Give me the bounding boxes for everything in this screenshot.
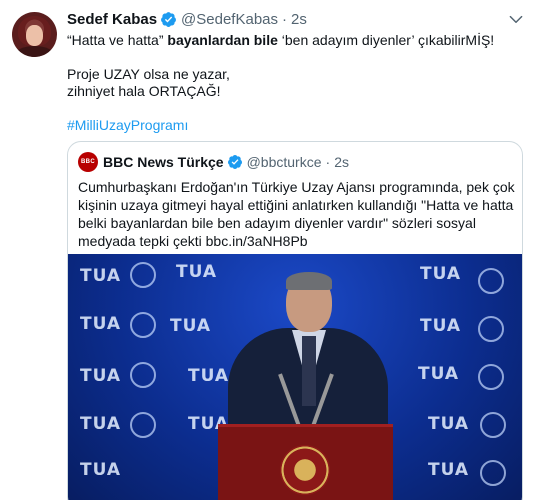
tua-seal-icon [478,364,504,390]
tweet-line-1-prefix: “Hatta ve hatta” [67,32,168,48]
separator-dot: · [282,10,288,28]
tua-logo: TUA [80,414,122,434]
tua-seal-icon [130,262,156,288]
separator-dot: · [325,154,331,170]
author-avatar[interactable] [12,12,57,57]
tweet-text: “Hatta ve hatta” bayanlardan bile ‘ben a… [67,32,522,134]
tweet-header: Sedef Kabas @SedefKabas · 2s [67,9,307,29]
tweet-line-1-suffix: ‘ben adayım diyenler’ çıkabilirMİŞ! [277,32,495,48]
tua-logo: TUA [80,266,122,286]
quoted-author-handle[interactable]: @bbcturkce [247,154,322,170]
tweet-line-1-bold: bayanlardan bile [167,32,278,48]
hashtag-link[interactable]: #MilliUzayProgramı [67,117,522,134]
quoted-author-avatar[interactable]: BBC [78,152,98,172]
tua-logo: TUA [420,316,462,336]
verified-badge-icon [227,155,242,169]
tua-logo: TUA [170,316,212,336]
tua-logo: TUA [418,364,460,384]
tua-seal-icon [480,412,506,438]
quoted-tweet-image[interactable]: TUA TUA TUA TUA TUA TUA TUA TUA TUA TUA … [68,254,522,500]
author-name[interactable]: Sedef Kabas [67,11,157,28]
tua-seal-icon [130,412,156,438]
tweet-line-1: “Hatta ve hatta” bayanlardan bile ‘ben a… [67,32,522,49]
tua-logo: TUA [80,314,122,334]
tua-seal-icon [478,316,504,342]
tua-logo: TUA [420,264,462,284]
tweet-line-2: Proje UZAY olsa ne yazar, [67,66,230,82]
tua-logo: TUA [428,414,470,434]
verified-badge-icon [161,11,176,27]
quoted-author-name[interactable]: BBC News Türkçe [103,154,224,170]
tua-logo: TUA [176,262,218,282]
quoted-tweet-header: BBC BBC News Türkçe @bbcturkce · 2s [78,152,349,172]
tweet[interactable]: Sedef Kabas @SedefKabas · 2s “Hatta ve h… [0,0,540,500]
quoted-tweet[interactable]: BBC BBC News Türkçe @bbcturkce · 2s Cumh… [67,141,523,500]
podium [218,424,393,500]
tua-seal-icon [130,312,156,338]
tua-seal-icon [480,460,506,486]
presidential-seal-icon [280,445,330,495]
tweet-timestamp[interactable]: 2s [291,11,307,28]
tua-logo: TUA [428,460,470,480]
tweet-line-3: zihniyet hala ORTAÇAĞ! [67,83,221,99]
quoted-tweet-text: Cumhurbaşkanı Erdoğan'ın Türkiye Uzay Aj… [78,179,515,249]
author-handle[interactable]: @SedefKabas [181,11,278,28]
chevron-down-icon[interactable] [507,10,525,28]
quoted-tweet-timestamp[interactable]: 2s [334,154,349,170]
tua-seal-icon [130,362,156,388]
tua-logo: TUA [80,460,122,480]
tua-logo: TUA [80,366,122,386]
tua-seal-icon [478,268,504,294]
